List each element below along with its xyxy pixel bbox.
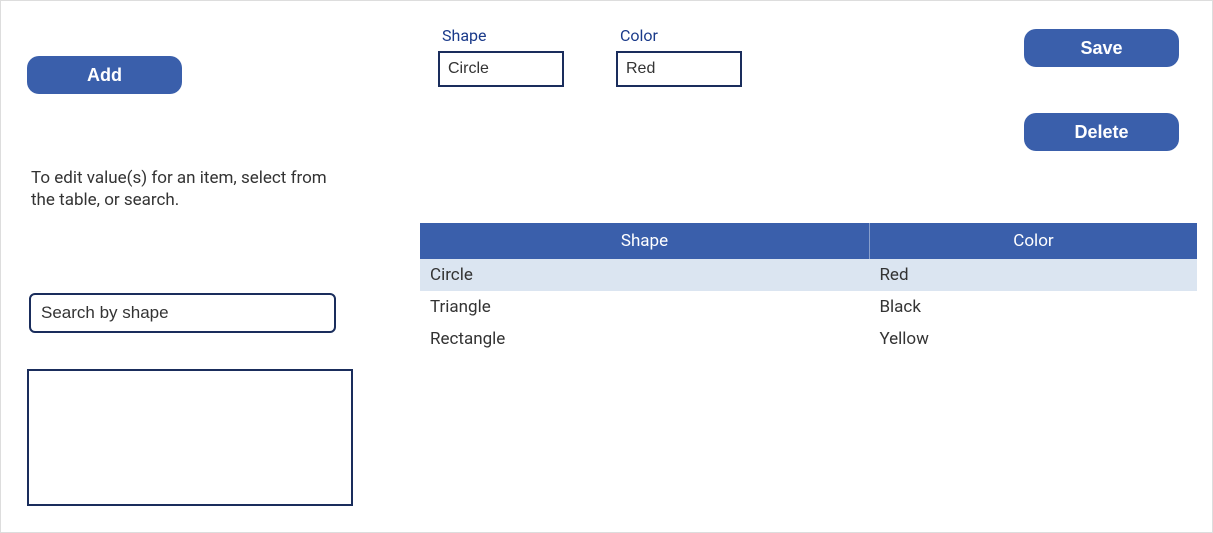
- table-header-shape: Shape: [420, 223, 869, 259]
- shape-field-group: Shape: [438, 26, 564, 87]
- save-button[interactable]: Save: [1024, 29, 1179, 67]
- table-cell-shape: Circle: [420, 259, 869, 291]
- table-cell-color: Black: [869, 291, 1197, 323]
- shape-input[interactable]: [438, 51, 564, 87]
- shape-label: Shape: [438, 26, 564, 45]
- color-label: Color: [616, 26, 742, 45]
- table-cell-color: Red: [869, 259, 1197, 291]
- color-input[interactable]: [616, 51, 742, 87]
- table-header-color: Color: [869, 223, 1197, 259]
- help-text: To edit value(s) for an item, select fro…: [31, 167, 331, 211]
- table-cell-shape: Rectangle: [420, 323, 869, 355]
- table-row[interactable]: Triangle Black: [420, 291, 1197, 323]
- color-field-group: Color: [616, 26, 742, 87]
- table-row[interactable]: Circle Red: [420, 259, 1197, 291]
- search-results-box[interactable]: [27, 369, 353, 506]
- table-cell-shape: Triangle: [420, 291, 869, 323]
- data-table: Shape Color Circle Red Triangle Black Re…: [420, 223, 1197, 355]
- add-button[interactable]: Add: [27, 56, 182, 94]
- table-row[interactable]: Rectangle Yellow: [420, 323, 1197, 355]
- search-input[interactable]: [29, 293, 336, 333]
- table-cell-color: Yellow: [869, 323, 1197, 355]
- delete-button[interactable]: Delete: [1024, 113, 1179, 151]
- table-header-row: Shape Color: [420, 223, 1197, 259]
- table-body: Circle Red Triangle Black Rectangle Yell…: [420, 259, 1197, 355]
